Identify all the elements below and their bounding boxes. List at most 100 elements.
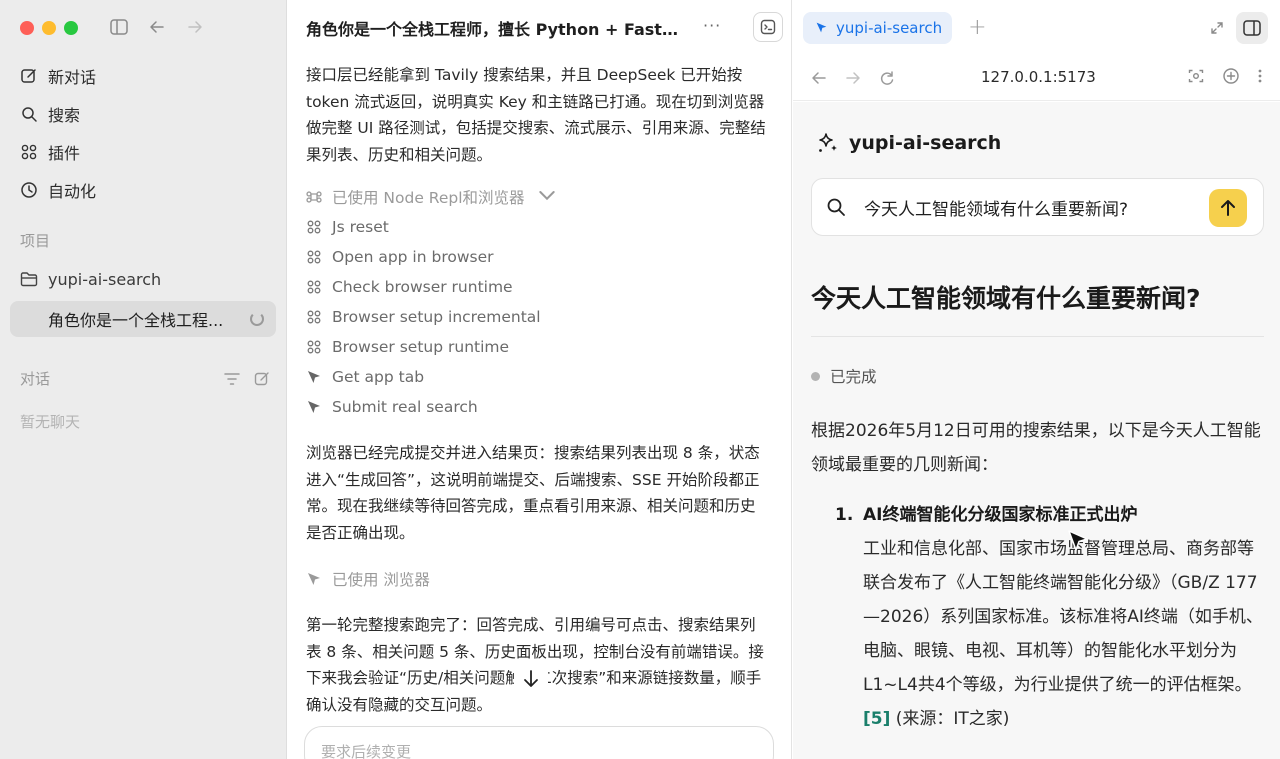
address-bar: 127.0.0.1:5173 <box>793 55 1280 101</box>
news-content: AI终端智能化分级国家标准正式出炉 工业和信息化部、国家市场监督管理总局、商务部… <box>863 498 1263 736</box>
sidebar-nav: 新对话 搜索 插件 自动化 <box>10 57 276 209</box>
tool-label: Open app in browser <box>332 248 494 266</box>
tool-label: Browser setup incremental <box>332 308 541 326</box>
news-title: AI终端智能化分级国家标准正式出炉 <box>863 505 1138 525</box>
news-list: 1. AI终端智能化分级国家标准正式出炉 工业和信息化部、国家市场监督管理总局、… <box>835 498 1263 736</box>
news-item: 1. AI终端智能化分级国家标准正式出炉 工业和信息化部、国家市场监督管理总局、… <box>835 498 1263 736</box>
citation-link[interactable]: [5] <box>863 709 890 729</box>
question-heading: 今天人工智能领域有什么重要新闻? <box>811 284 1201 313</box>
news-text: 工业和信息化部、国家市场监督管理总局、商务部等联合发布了《人工智能终端智能化分级… <box>863 539 1263 695</box>
tool-item[interactable]: Check browser runtime <box>306 272 768 302</box>
mouse-cursor-icon <box>1068 530 1088 551</box>
search-nav-item[interactable]: 搜索 <box>10 95 276 133</box>
tool-usage-group: 已使用 Node Repl和浏览器 Js reset Open app in b… <box>306 182 768 422</box>
tool-item[interactable]: Open app in browser <box>306 242 768 272</box>
browser-tab[interactable]: yupi-ai-search <box>803 11 953 44</box>
tool-item[interactable]: Js reset <box>306 212 768 242</box>
automation-nav-item[interactable]: 自动化 <box>10 171 276 209</box>
toggle-sidebar-icon[interactable] <box>108 16 130 38</box>
search-icon <box>827 198 845 216</box>
expand-icon[interactable] <box>1210 21 1224 35</box>
back-arrow-icon[interactable] <box>811 70 827 86</box>
tool-group-header: 已使用 Node Repl和浏览器 <box>332 189 525 207</box>
active-thread[interactable]: 角色你是一个全栈工程... <box>10 301 276 337</box>
divider <box>811 336 1264 337</box>
terminal-icon <box>760 19 776 35</box>
project-folder[interactable]: yupi-ai-search <box>10 260 276 298</box>
close-window-button[interactable] <box>20 21 34 35</box>
thread-title: 角色你是一个全栈工程... <box>48 311 224 330</box>
projects-section-label: 项目 <box>20 232 51 250</box>
sidebar: 新对话 搜索 插件 自动化 项目 yupi-ai-search 角色你是一个全栈… <box>0 0 287 759</box>
browser-tool-toggle[interactable]: 已使用 浏览器 <box>306 564 768 594</box>
node-icon <box>307 220 321 234</box>
search-box[interactable]: 今天人工智能领域有什么重要新闻? <box>811 178 1264 236</box>
new-conversation-icon[interactable] <box>254 371 270 387</box>
loading-spinner-icon <box>250 312 264 326</box>
forward-arrow-icon[interactable] <box>184 16 206 38</box>
news-source: (来源：IT之家) <box>895 709 1010 729</box>
search-icon <box>22 107 37 122</box>
browser-used-label: 已使用 浏览器 <box>332 571 430 589</box>
new-tab-button[interactable]: + <box>968 15 986 40</box>
sidebar-toolbar <box>108 16 206 38</box>
pointer-icon <box>308 401 320 413</box>
reload-icon[interactable] <box>879 70 895 86</box>
kebab-menu-icon[interactable] <box>1258 69 1262 83</box>
window-controls <box>20 21 78 35</box>
answer-intro: 根据2026年5月12日可用的搜索结果，以下是今天人工智能领域最重要的几则新闻： <box>811 421 1261 475</box>
more-options-icon[interactable]: ··· <box>703 16 721 35</box>
filter-icon[interactable] <box>224 372 240 386</box>
tabbar-actions <box>1210 12 1268 44</box>
browser-panel: yupi-ai-search + 127.0.0.1:5173 yupi-ai-… <box>793 0 1280 759</box>
node-icon <box>307 340 321 354</box>
tool-label: Js reset <box>332 218 389 236</box>
edit-icon <box>21 69 36 83</box>
submit-search-button[interactable] <box>1209 189 1247 227</box>
tool-item[interactable]: Browser setup runtime <box>306 332 768 362</box>
tab-label: yupi-ai-search <box>836 18 943 37</box>
plugins-nav-item[interactable]: 插件 <box>10 133 276 171</box>
terminal-button[interactable] <box>753 12 783 42</box>
clock-icon <box>21 182 37 198</box>
node-icon <box>307 280 321 294</box>
site-brand[interactable]: yupi-ai-search <box>817 132 1001 154</box>
url-text[interactable]: 127.0.0.1:5173 <box>981 68 1096 86</box>
scroll-down-button[interactable] <box>514 666 548 692</box>
web-page: yupi-ai-search 今天人工智能领域有什么重要新闻? 今天人工智能领域… <box>793 102 1280 759</box>
node-icon <box>307 310 321 324</box>
tool-item[interactable]: Get app tab <box>306 362 768 392</box>
tool-group-toggle[interactable]: 已使用 Node Repl和浏览器 <box>306 182 768 212</box>
chat-messages: 接口层已经能拿到 Tavily 搜索结果，并且 DeepSeek 已开始按 to… <box>306 62 768 718</box>
maximize-window-button[interactable] <box>64 21 78 35</box>
message-composer[interactable]: 要求后续变更 <box>304 726 774 759</box>
minimize-window-button[interactable] <box>42 21 56 35</box>
project-name: yupi-ai-search <box>48 269 162 289</box>
assistant-message: 第一轮完整搜索跑完了：回答完成、引用编号可点击、搜索结果列表 8 条、相关问题 … <box>306 616 764 714</box>
back-arrow-icon[interactable] <box>146 16 168 38</box>
conversations-header: 对话 <box>20 368 270 389</box>
address-bar-actions <box>1188 67 1262 85</box>
search-query: 今天人工智能领域有什么重要新闻? <box>864 199 1129 220</box>
assistant-message: 浏览器已经完成提交并进入结果页：搜索结果列表出现 8 条，状态进入“生成回答”，… <box>306 444 760 542</box>
news-body: 工业和信息化部、国家市场监督管理总局、商务部等联合发布了《人工智能终端智能化分级… <box>863 532 1263 736</box>
status-indicator: 已完成 <box>811 365 877 387</box>
forward-arrow-icon[interactable] <box>845 70 861 86</box>
add-comment-icon[interactable] <box>1222 67 1240 85</box>
pointer-icon <box>308 573 320 585</box>
brand-name: yupi-ai-search <box>849 132 1002 154</box>
tool-label: Submit real search <box>332 398 478 416</box>
assistant-message: 接口层已经能拿到 Tavily 搜索结果，并且 DeepSeek 已开始按 to… <box>306 66 766 164</box>
toggle-panel-button[interactable] <box>1236 12 1268 44</box>
new-chat-button[interactable]: 新对话 <box>10 57 276 95</box>
folder-icon <box>20 272 38 287</box>
tool-item[interactable]: Submit real search <box>306 392 768 422</box>
screenshot-icon[interactable] <box>1188 68 1204 84</box>
chat-panel: 角色你是一个全栈工程师，擅长 Python + FastA... ··· 接口层… <box>287 0 792 759</box>
empty-conversations-text: 暂无聊天 <box>20 413 81 431</box>
tool-item[interactable]: Browser setup incremental <box>306 302 768 332</box>
node-icon <box>307 250 321 264</box>
browser-nav-controls <box>811 70 895 86</box>
sparkle-icon <box>819 133 837 152</box>
chat-title: 角色你是一个全栈工程师，擅长 Python + FastA... <box>306 20 686 39</box>
